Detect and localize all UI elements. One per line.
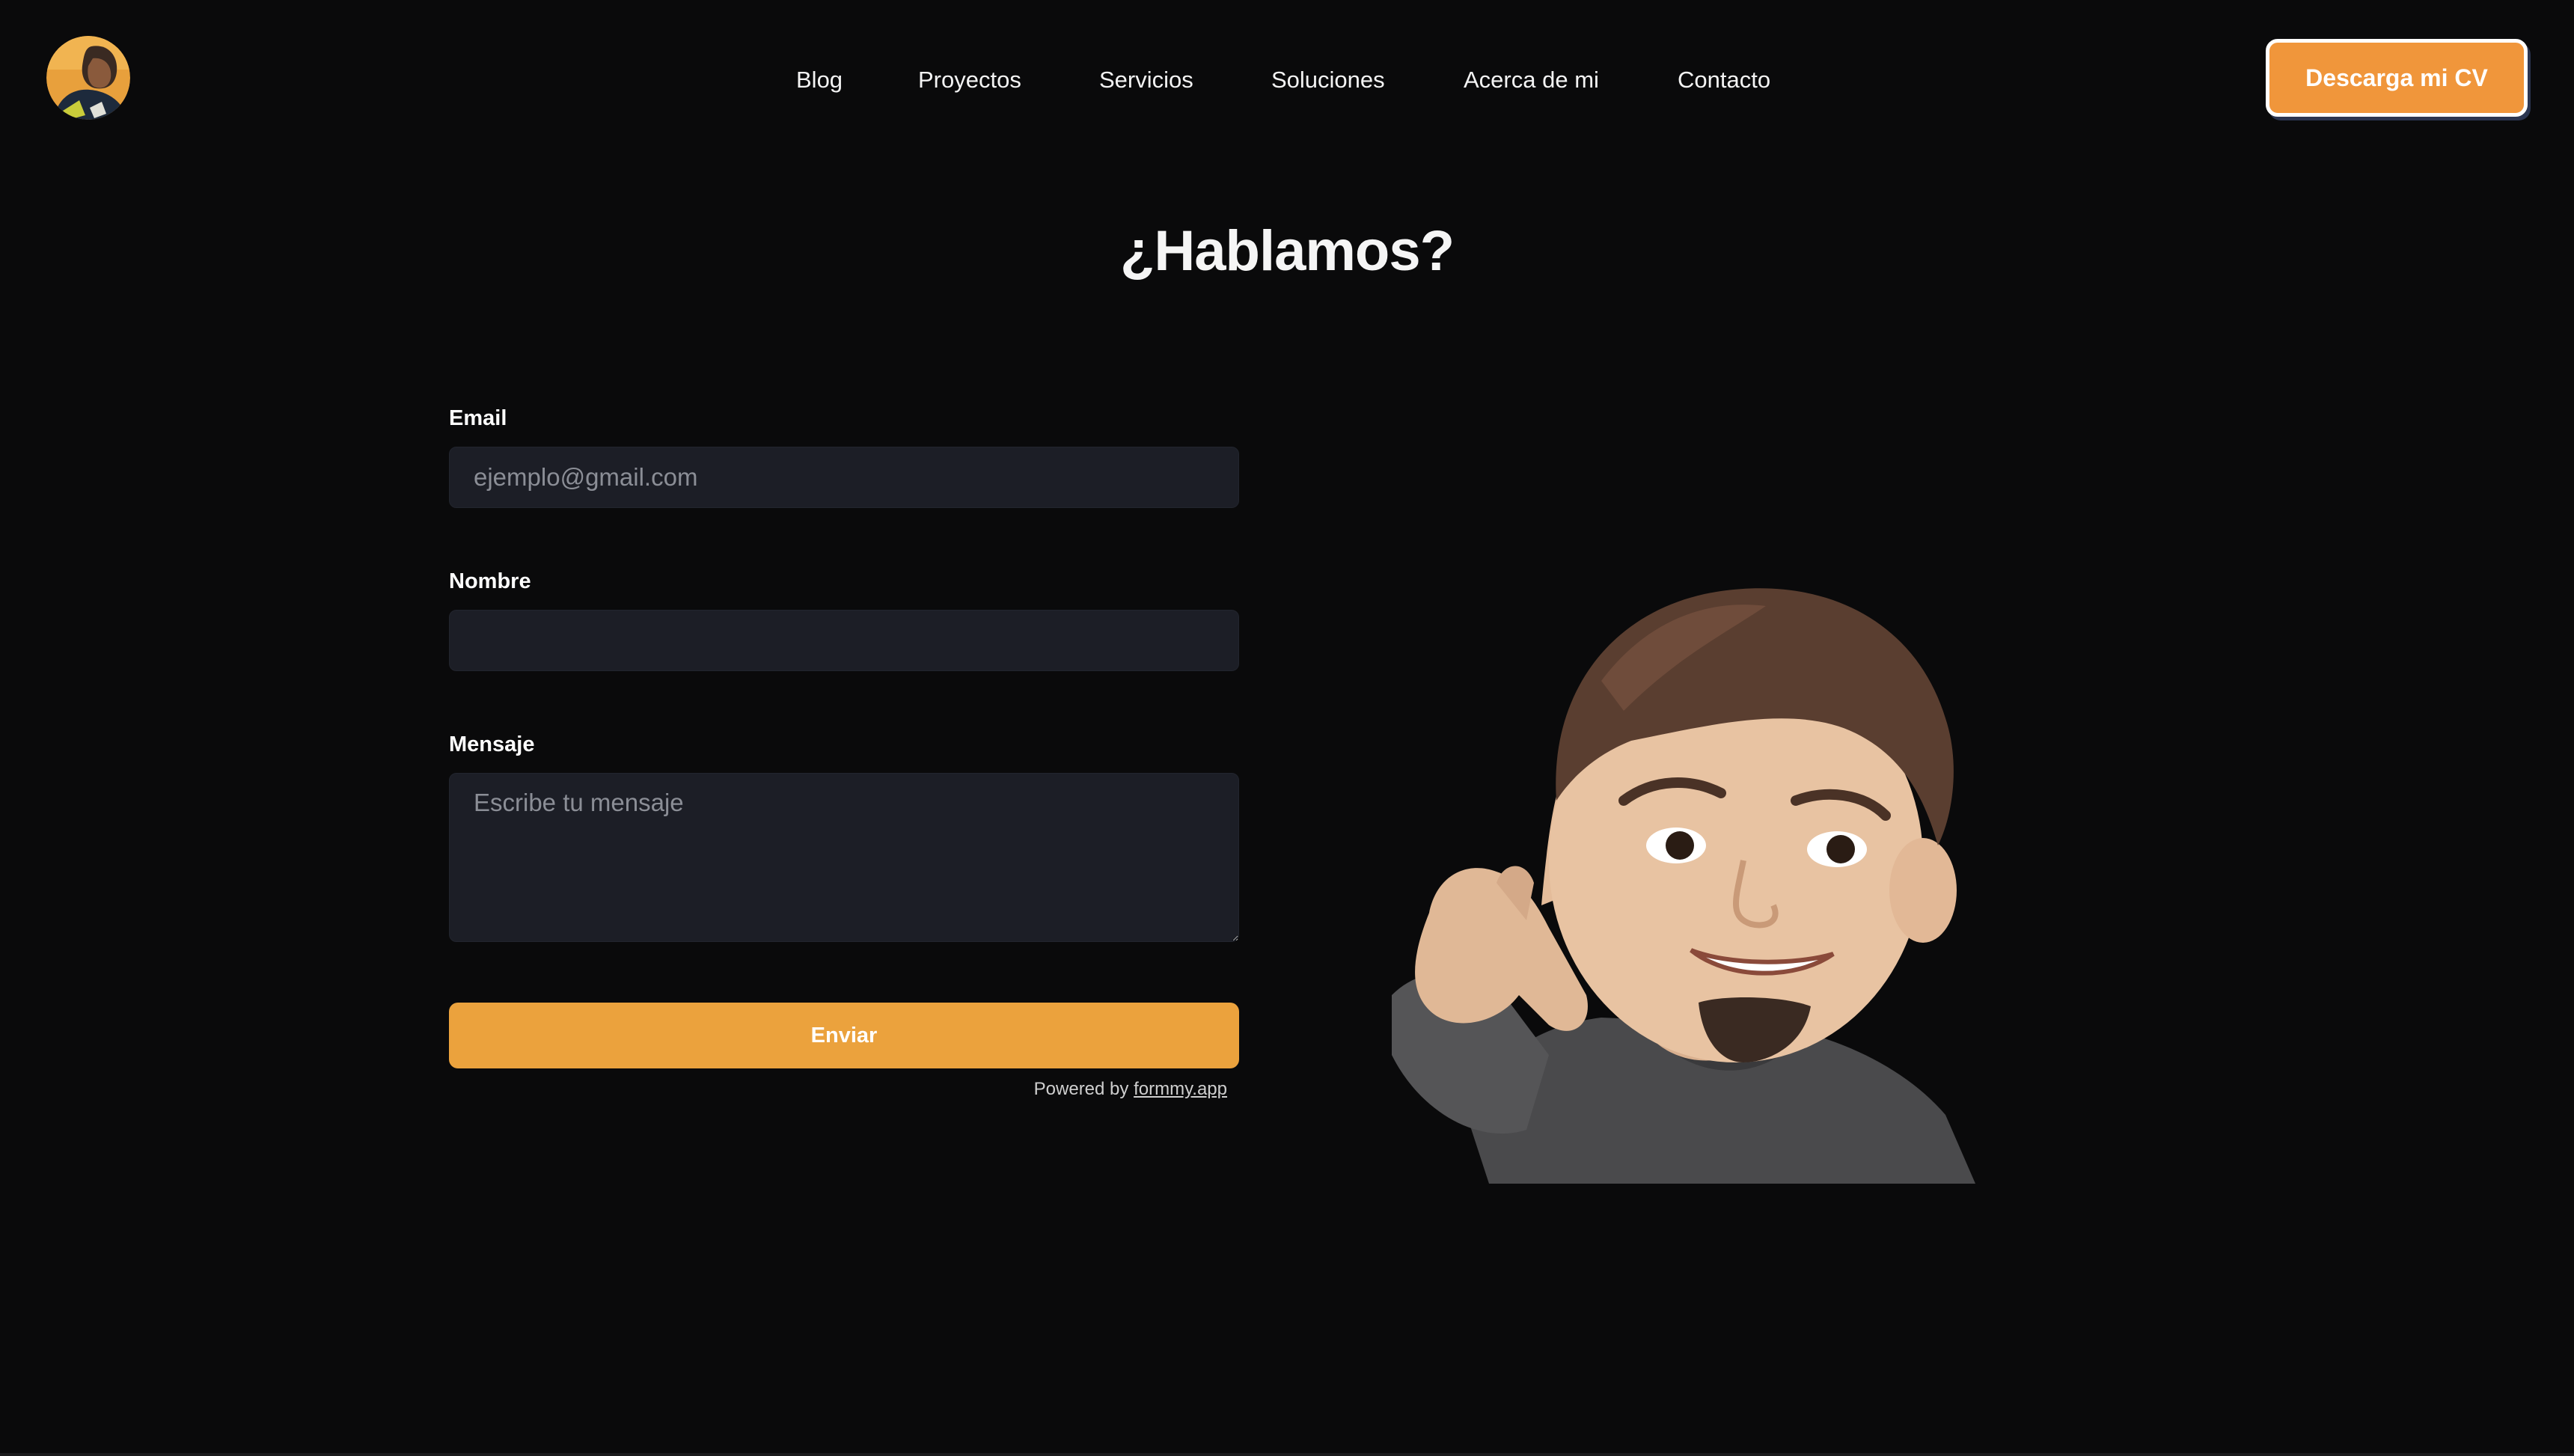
memoji-illustration (1392, 588, 1975, 1184)
formmy-link[interactable]: formmy.app (1134, 1079, 1227, 1099)
powered-by-text: Powered by (1033, 1079, 1129, 1099)
bottom-divider (0, 1453, 2574, 1456)
submit-button[interactable]: Enviar (449, 1003, 1239, 1068)
page: Blog Proyectos Servicios Soluciones Acer… (0, 0, 2574, 1456)
nav-soluciones[interactable]: Soluciones (1271, 61, 1385, 99)
email-label: Email (449, 406, 507, 430)
email-field[interactable] (449, 447, 1239, 508)
name-field[interactable] (449, 610, 1239, 671)
name-label: Nombre (449, 569, 531, 593)
message-label: Mensaje (449, 732, 535, 756)
nav-contacto[interactable]: Contacto (1678, 61, 1770, 99)
main-nav: Blog Proyectos Servicios Soluciones Acer… (0, 61, 2574, 99)
download-cv-button[interactable]: Descarga mi CV (2266, 39, 2528, 117)
nav-blog[interactable]: Blog (796, 61, 843, 99)
message-field[interactable] (449, 773, 1239, 942)
powered-by: Powered by formmy.app (958, 1079, 1227, 1100)
nav-proyectos[interactable]: Proyectos (918, 61, 1021, 99)
nav-servicios[interactable]: Servicios (1099, 61, 1193, 99)
page-title: ¿Hablamos? (1119, 219, 1455, 283)
nav-acerca-de-mi[interactable]: Acerca de mi (1464, 61, 1599, 99)
